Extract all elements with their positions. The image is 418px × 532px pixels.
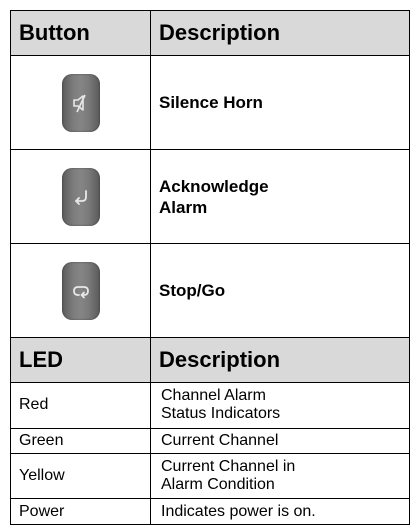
button-icon-cell (10, 243, 151, 339)
button-icon-cell (10, 55, 151, 151)
stop-go-button (61, 261, 100, 320)
button-row-acknowledge-alarm: Acknowledge Alarm (10, 149, 410, 245)
button-row-silence-horn: Silence Horn (10, 55, 410, 151)
acknowledge-alarm-button (61, 167, 100, 226)
acknowledge-arrow-icon (74, 189, 87, 205)
led-description: Channel Alarm Status Indicators (150, 382, 410, 429)
led-name: Power (10, 498, 151, 525)
button-description: Silence Horn (150, 55, 410, 151)
stop-go-loop-icon (72, 285, 89, 299)
led-row-yellow: Yellow Current Channel in Alarm Conditio… (10, 453, 410, 500)
silence-horn-button (61, 73, 100, 132)
button-table-header: Button Description (10, 9, 410, 57)
button-description-column-header: Description (150, 9, 410, 57)
led-column-header: LED (10, 337, 151, 384)
led-table-header: LED Description (10, 337, 410, 384)
led-name: Red (10, 382, 151, 429)
led-description: Current Channel in Alarm Condition (150, 453, 410, 500)
button-icon-cell (10, 149, 151, 245)
led-row-green: Green Current Channel (10, 427, 410, 455)
led-name: Green (10, 427, 151, 455)
led-row-power: Power Indicates power is on. (10, 498, 410, 525)
button-led-reference-table: Button Description Silence Horn Acknowle (10, 9, 410, 525)
led-description-column-header: Description (150, 337, 410, 384)
led-name: Yellow (10, 453, 151, 500)
led-description: Current Channel (150, 427, 410, 455)
button-row-stop-go: Stop/Go (10, 243, 410, 339)
button-description: Stop/Go (150, 243, 410, 339)
led-row-red: Red Channel Alarm Status Indicators (10, 382, 410, 429)
button-description: Acknowledge Alarm (150, 149, 410, 245)
led-description: Indicates power is on. (150, 498, 410, 525)
button-column-header: Button (10, 9, 151, 57)
silence-horn-icon (72, 94, 86, 113)
